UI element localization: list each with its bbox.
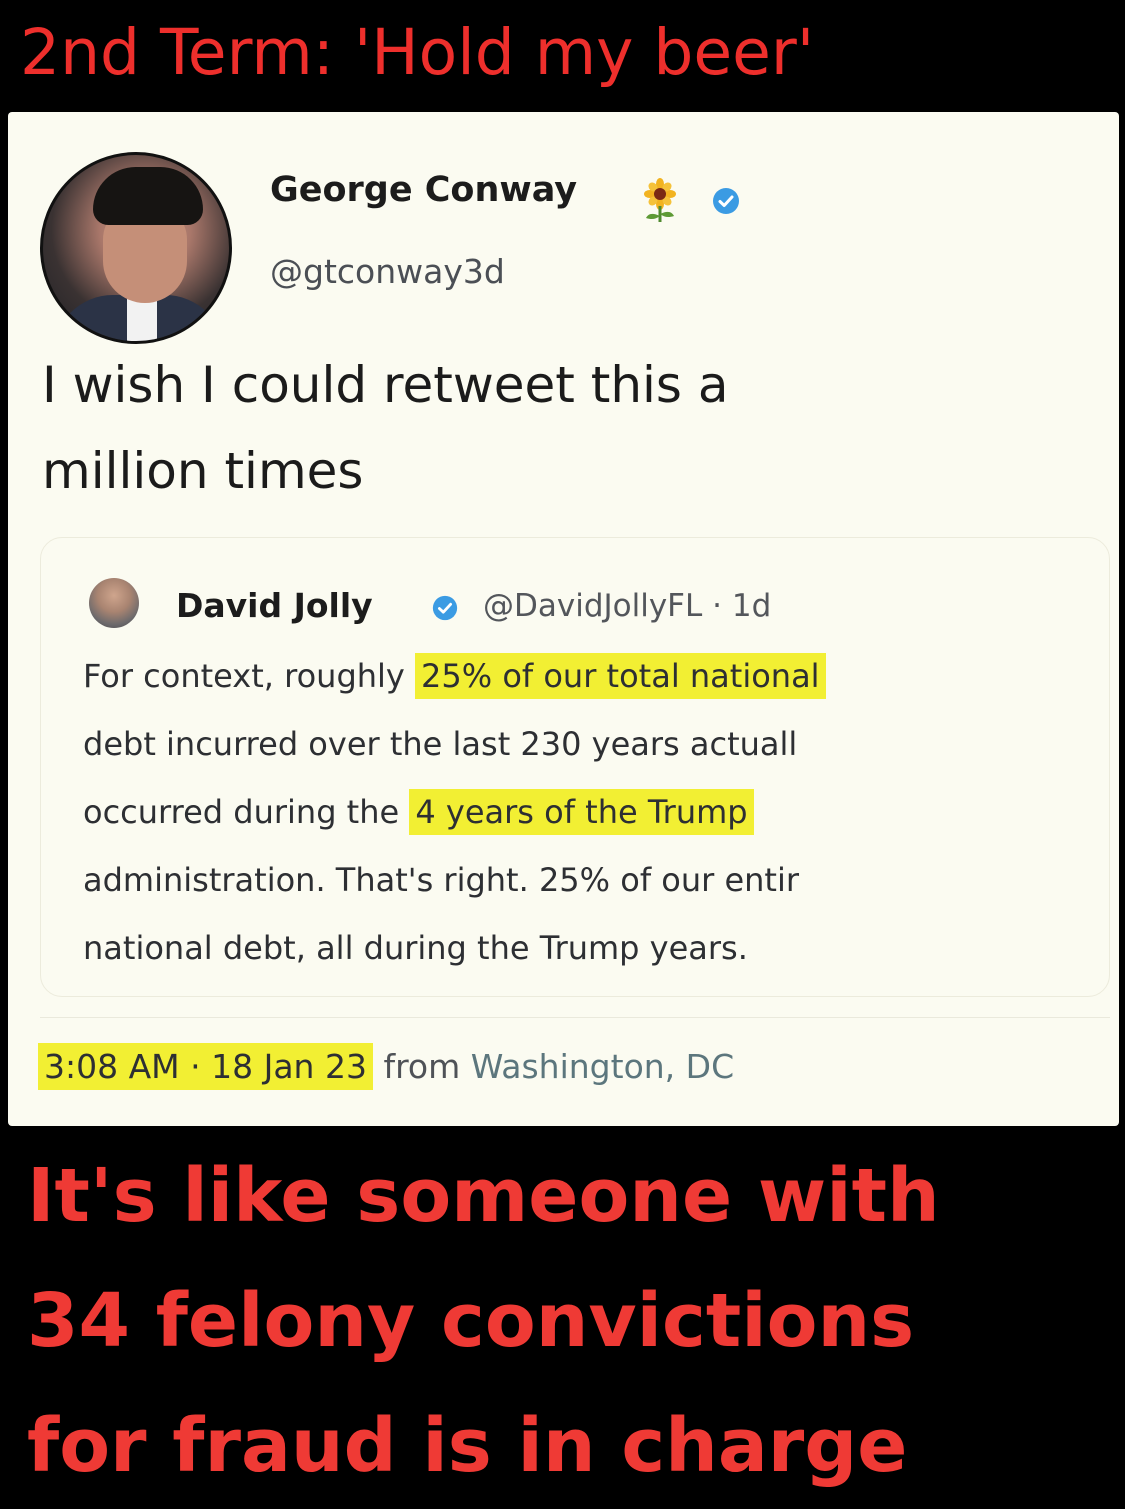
quoted-tweet[interactable]: David Jolly @DavidJollyFL · 1d For conte… [40,537,1110,997]
bottom-caption: It's like someone with 34 felony convict… [27,1134,1117,1509]
quoted-text-segment: For context, roughly [83,657,416,695]
top-caption: 2nd Term: 'Hold my beer' [20,16,815,89]
quoted-text-line: debt incurred over the last 230 years ac… [83,710,1103,778]
sunflower-icon [644,178,676,222]
quoted-author-handle[interactable]: @DavidJollyFL [483,588,702,624]
quoted-text-segment: administration. That's right. 25% of our… [83,861,799,899]
author-name[interactable]: George Conway [270,170,577,210]
quoted-author-avatar[interactable] [89,578,139,628]
quoted-text-line: For context, roughly 25% of our total na… [83,642,1103,710]
quoted-text-highlight: 25% of our total national [415,653,826,699]
quoted-text-highlight: 4 years of the Trump [409,789,754,835]
tweet-timestamp[interactable]: 3:08 AM · 18 Jan 23 [38,1043,373,1090]
quoted-text-line: national debt, all during the Trump year… [83,914,1103,982]
verified-badge-icon [432,595,458,621]
avatar-hair [93,167,203,225]
bottom-caption-line: It's like someone with [27,1153,940,1239]
quoted-tweet-age: · 1d [712,588,772,624]
bottom-banner: It's like someone with 34 felony convict… [0,1130,1125,1505]
quoted-author-meta: @DavidJollyFL · 1d [483,588,771,624]
tweet-text-line: I wish I could retweet this a [42,356,729,414]
quoted-text-segment: debt incurred over the last 230 years ac… [83,725,798,763]
quoted-text-segment: national debt, all during the Trump year… [83,929,748,967]
quoted-tweet-text: For context, roughly 25% of our total na… [83,642,1103,982]
bottom-caption-line: for fraud is in charge [27,1403,908,1489]
quoted-text-line: occurred during the 4 years of the Trump [83,778,1103,846]
tweet-card[interactable]: George Conway @gtconway3d I wish I could… [8,112,1119,1126]
tweet-text: I wish I could retweet this a million ti… [42,342,1082,514]
author-handle[interactable]: @gtconway3d [270,252,505,291]
tweet-text-line: million times [42,442,364,500]
top-banner: 2nd Term: 'Hold my beer' [8,0,1117,112]
tweet-timestamp-row: 3:08 AM · 18 Jan 23 from Washington, DC [38,1037,734,1097]
verified-badge-icon [713,188,739,214]
author-avatar[interactable] [40,152,232,344]
bottom-caption-line: 34 felony convictions [27,1278,915,1364]
quoted-text-segment: occurred during the [83,793,410,831]
tweet-location[interactable]: Washington, DC [471,1047,734,1086]
quoted-author-name[interactable]: David Jolly [176,586,373,625]
tweet-from-label: from [383,1047,461,1086]
quoted-text-line: administration. That's right. 25% of our… [83,846,1103,914]
divider [40,1017,1110,1018]
